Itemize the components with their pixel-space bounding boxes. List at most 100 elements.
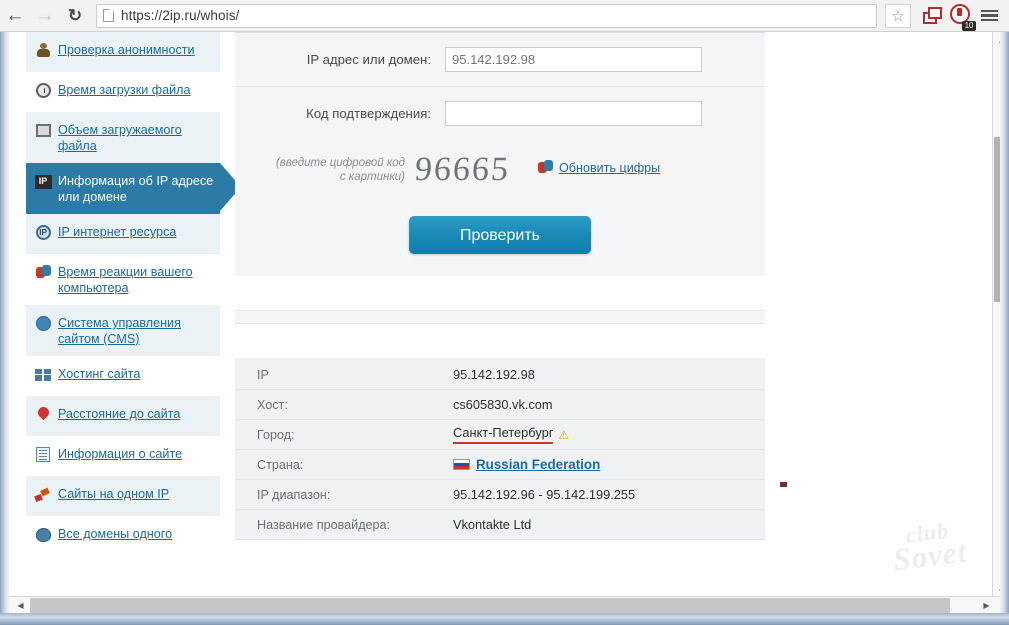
sidebar-item-9[interactable]: Информация о сайте [26, 436, 220, 476]
captcha-hint-line2: с картинки) [339, 171, 405, 183]
whois-results-panel: IP 95.142.192.98 Хост: cs605830.vk.com Город… [235, 358, 765, 540]
captcha-row: (введите цифровой код с картинки) 96665 … [235, 140, 765, 208]
red-marker-dot [780, 482, 787, 487]
hamburger-menu-icon[interactable] [975, 1, 1003, 31]
code-field-label: Код подтверждения: [306, 106, 431, 121]
clock-icon [34, 82, 52, 99]
russia-flag-icon [453, 459, 470, 470]
globe-icon [34, 315, 52, 332]
result-row: Хост: cs605830.vk.com [235, 390, 765, 420]
result-key: IP диапазон: [257, 487, 331, 502]
submit-row: Проверить [235, 208, 765, 276]
sidebar-item-5[interactable]: Время реакции вашего компьютера [26, 254, 220, 305]
sidebar-item-10[interactable]: Сайты на одном IP [26, 476, 220, 516]
sidebar-item-label: Проверка анонимности [58, 43, 195, 57]
horizontal-scroll-thumb[interactable] [30, 598, 950, 613]
adblock-badge-icon[interactable]: 10 [947, 1, 976, 31]
scroll-left-arrow-icon[interactable]: ◀ [12, 597, 29, 614]
result-row: IP диапазон: 95.142.192.96 - 95.142.199.2… [235, 480, 765, 510]
sidebar-menu: Проверка анонимности Время загрузки файла… [26, 32, 241, 556]
sidebar-item-label: Все домены одного [58, 527, 173, 541]
ip-field-label: IP адрес или домен: [306, 52, 431, 67]
sidebar-item-7[interactable]: Хостинг сайта [26, 356, 220, 396]
sidebar-item-6[interactable]: Система управления сайтом (CMS) [26, 305, 220, 356]
scroll-right-arrow-icon[interactable]: ▶ [978, 597, 995, 614]
result-row: Страна: Russian Federation [235, 450, 765, 480]
sites-icon [34, 486, 52, 503]
main-content: IP адрес или домен: Код подтверждения: (… [235, 32, 765, 540]
adblock-hand-shape [957, 7, 962, 16]
window-edge-right [1000, 32, 1009, 613]
sidebar-item-label: Расстояние до сайта [58, 407, 181, 421]
ip-badge-icon: IP [34, 173, 52, 190]
result-key: Город: [257, 427, 295, 442]
city-value: Санкт-Петербург [453, 425, 554, 444]
hosting-grid-icon [34, 366, 52, 383]
sidebar-item-label: Время реакции вашего компьютера [58, 265, 193, 295]
person-icon [34, 42, 52, 59]
forward-arrow-icon[interactable]: → [30, 1, 60, 31]
window-edge-left [0, 32, 9, 613]
captcha-image: 96665 [413, 151, 512, 188]
result-row: Город: Санкт-Петербург ⚠ [235, 420, 765, 450]
page-document-icon [103, 9, 114, 22]
windows-stack-icon[interactable] [919, 1, 947, 31]
back-arrow-icon[interactable]: ← [0, 1, 30, 31]
section-divider [235, 310, 765, 324]
window-front-shape [928, 6, 942, 19]
sidebar-item-0[interactable]: Проверка анонимности [26, 32, 220, 72]
sidebar-item-3[interactable]: IP Информация об IP адресе или домене [26, 163, 241, 214]
captcha-hint: (введите цифровой код с картинки) [235, 150, 415, 184]
badge-count: 10 [962, 20, 976, 31]
window-frame-bottom [0, 613, 1009, 625]
refresh-arrows-icon [34, 264, 52, 281]
result-row: IP 95.142.192.98 [235, 360, 765, 390]
address-bar[interactable]: https://2ip.ru/whois/ [96, 3, 877, 28]
monitor-icon [34, 122, 52, 139]
map-pin-icon [34, 404, 52, 423]
confirmation-code-input[interactable] [445, 101, 702, 126]
page-viewport: Проверка анонимности Время загрузки файла… [0, 32, 1009, 600]
sidebar-item-label: IP интернет ресурса [58, 225, 177, 239]
star-glyph: ☆ [891, 7, 905, 25]
result-value: Vkontakte Ltd [453, 517, 532, 532]
result-value: cs605830.vk.com [453, 397, 553, 412]
result-key: Страна: [257, 457, 304, 472]
ip-circle-icon: IP [34, 224, 52, 241]
sidebar-item-1[interactable]: Время загрузки файла [26, 72, 220, 112]
whois-form-panel: IP адрес или домен: Код подтверждения: (… [235, 32, 765, 276]
result-key: IP [257, 367, 269, 382]
sidebar-item-4[interactable]: IP IP интернет ресурса [26, 214, 220, 254]
ip-input[interactable] [445, 47, 702, 72]
sidebar-item-label: Система управления сайтом (CMS) [58, 316, 181, 346]
sidebar-item-label: Сайты на одном IP [58, 487, 170, 501]
code-field-row: Код подтверждения: [235, 87, 765, 140]
sidebar-item-label: Информация об IP адресе или домене [58, 174, 214, 204]
sidebar-item-label: Объем загружаемого файла [58, 123, 182, 153]
sidebar-item-label: Хостинг сайта [58, 367, 141, 381]
sidebar-item-11[interactable]: Все домены одного [26, 516, 220, 556]
menu-bar-2 [980, 14, 998, 17]
horizontal-scrollbar[interactable]: ◀ ▶ [0, 596, 1009, 613]
domains-icon [34, 526, 52, 543]
browser-toolbar: ← → ↻ https://2ip.ru/whois/ ☆ 10 [0, 0, 1009, 32]
country-link[interactable]: Russian Federation [476, 457, 600, 472]
check-button[interactable]: Проверить [409, 216, 591, 254]
document-icon [34, 446, 52, 463]
refresh-captcha-row[interactable]: Обновить цифры [538, 150, 660, 175]
sidebar-item-2[interactable]: Объем загружаемого файла [26, 112, 220, 163]
sidebar-item-label: Информация о сайте [58, 447, 183, 461]
sidebar-item-8[interactable]: Расстояние до сайта [26, 396, 220, 436]
refresh-captcha-label[interactable]: Обновить цифры [559, 161, 660, 175]
reload-icon[interactable]: ↻ [60, 1, 90, 31]
result-key: Название провайдера: [257, 517, 391, 532]
captcha-hint-line1: (введите цифровой код [275, 157, 405, 169]
result-value: 95.142.192.98 [453, 367, 535, 382]
menu-bar-3 [980, 18, 998, 22]
bookmark-star-icon[interactable]: ☆ [885, 3, 911, 28]
refresh-captcha-icon [538, 160, 553, 175]
result-key: Хост: [257, 397, 288, 412]
result-row: Название провайдера: Vkontakte Ltd [235, 510, 765, 540]
menu-bar-1 [980, 9, 998, 13]
warning-triangle-icon: ⚠ [558, 427, 570, 442]
